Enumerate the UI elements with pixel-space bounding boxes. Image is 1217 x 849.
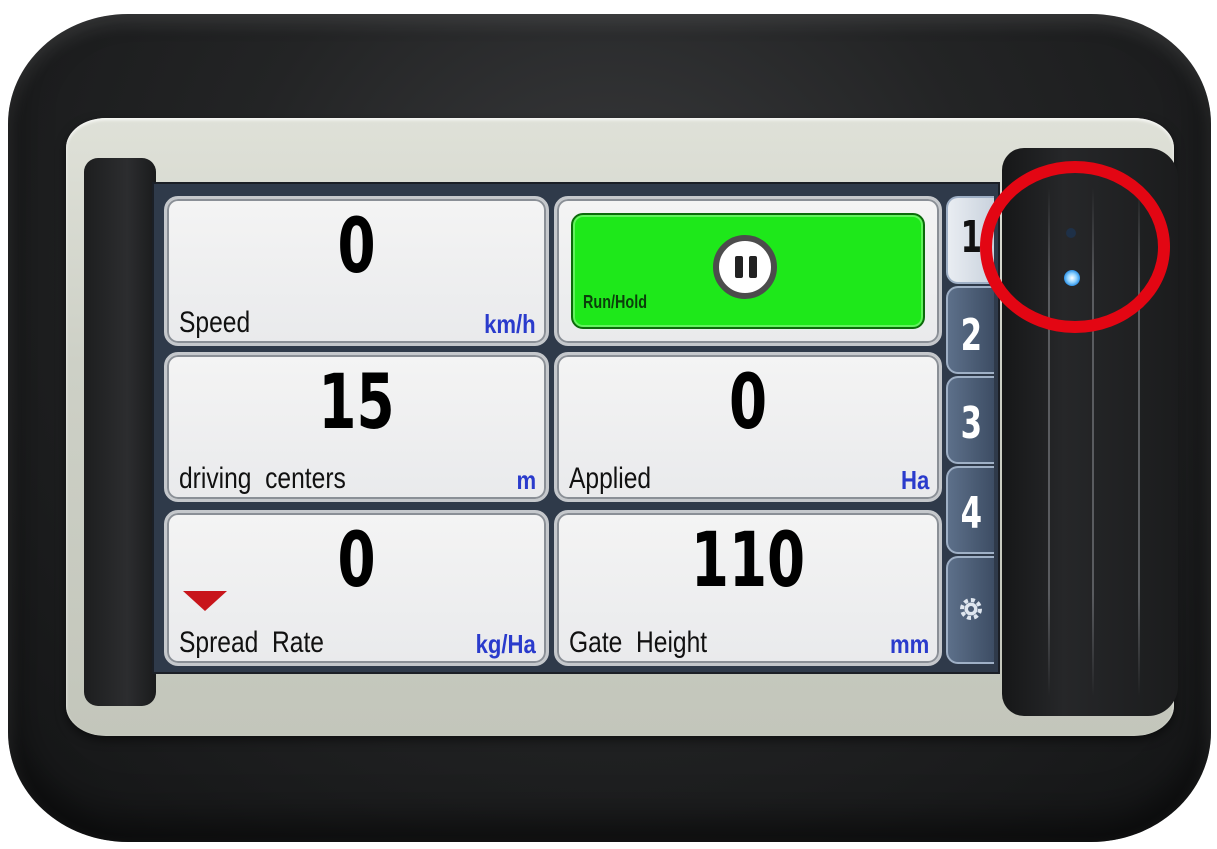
driving-centers-unit: m [516, 465, 536, 495]
tab-2[interactable]: 2 [946, 286, 994, 374]
screen: 0 Speed km/h 15 driving centers m 0 Spre… [152, 182, 1000, 674]
speed-tile[interactable]: 0 Speed km/h [164, 196, 549, 346]
highlight-circle [980, 161, 1170, 333]
gate-height-label: Gate Height [569, 626, 708, 659]
driving-centers-tile[interactable]: 15 driving centers m [164, 352, 549, 502]
tab-1-label: 1 [960, 212, 982, 263]
tab-4[interactable]: 4 [946, 466, 994, 554]
spread-rate-tile[interactable]: 0 Spread Rate kg/Ha [164, 510, 549, 666]
run-hold-tile[interactable]: Run/Hold [554, 196, 942, 346]
speed-value: 0 [337, 201, 376, 290]
speed-unit: km/h [484, 309, 536, 339]
applied-unit: Ha [900, 465, 929, 495]
gate-height-tile[interactable]: 110 Gate Height mm [554, 510, 942, 666]
applied-tile[interactable]: 0 Applied Ha [554, 352, 942, 502]
spread-rate-value: 0 [337, 515, 376, 604]
gate-height-value: 110 [690, 515, 806, 604]
spread-rate-label: Spread Rate [179, 626, 324, 659]
applied-value: 0 [728, 357, 768, 446]
spread-rate-unit: kg/Ha [475, 629, 536, 659]
gate-height-unit: mm [889, 629, 929, 659]
pause-icon[interactable] [713, 235, 777, 299]
tab-4-label: 4 [960, 488, 982, 539]
gear-icon [960, 598, 982, 620]
tab-3-label: 3 [960, 398, 982, 449]
driving-centers-label: driving centers [179, 462, 346, 495]
left-grip [84, 158, 156, 706]
tab-settings[interactable] [946, 556, 994, 664]
driving-centers-value: 15 [318, 357, 395, 446]
run-hold-button[interactable]: Run/Hold [571, 213, 925, 329]
speed-label: Speed [179, 306, 251, 339]
run-hold-label: Run/Hold [583, 292, 647, 312]
applied-label: Applied [569, 462, 652, 495]
tab-3[interactable]: 3 [946, 376, 994, 464]
tab-2-label: 2 [960, 310, 982, 361]
